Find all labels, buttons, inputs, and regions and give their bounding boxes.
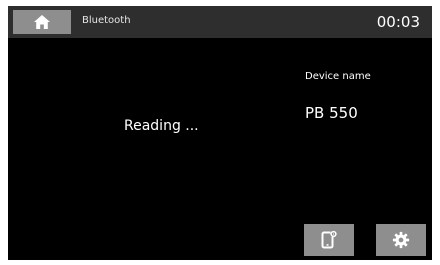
home-icon bbox=[33, 14, 51, 30]
gear-icon bbox=[392, 231, 410, 249]
status-text: Reading ... bbox=[124, 118, 199, 134]
clock: 00:03 bbox=[376, 13, 420, 31]
device-settings-button[interactable] bbox=[304, 224, 354, 256]
app-title: Bluetooth bbox=[82, 15, 131, 26]
device-name-value: PB 550 bbox=[305, 104, 358, 122]
device-name-label: Device name bbox=[305, 71, 371, 82]
title-bar: Bluetooth 00:03 bbox=[8, 6, 432, 38]
screen: Bluetooth 00:03 Reading ... Device name … bbox=[8, 6, 432, 260]
home-button[interactable] bbox=[13, 10, 71, 34]
settings-button[interactable] bbox=[376, 224, 426, 256]
device-settings-icon bbox=[320, 230, 338, 250]
